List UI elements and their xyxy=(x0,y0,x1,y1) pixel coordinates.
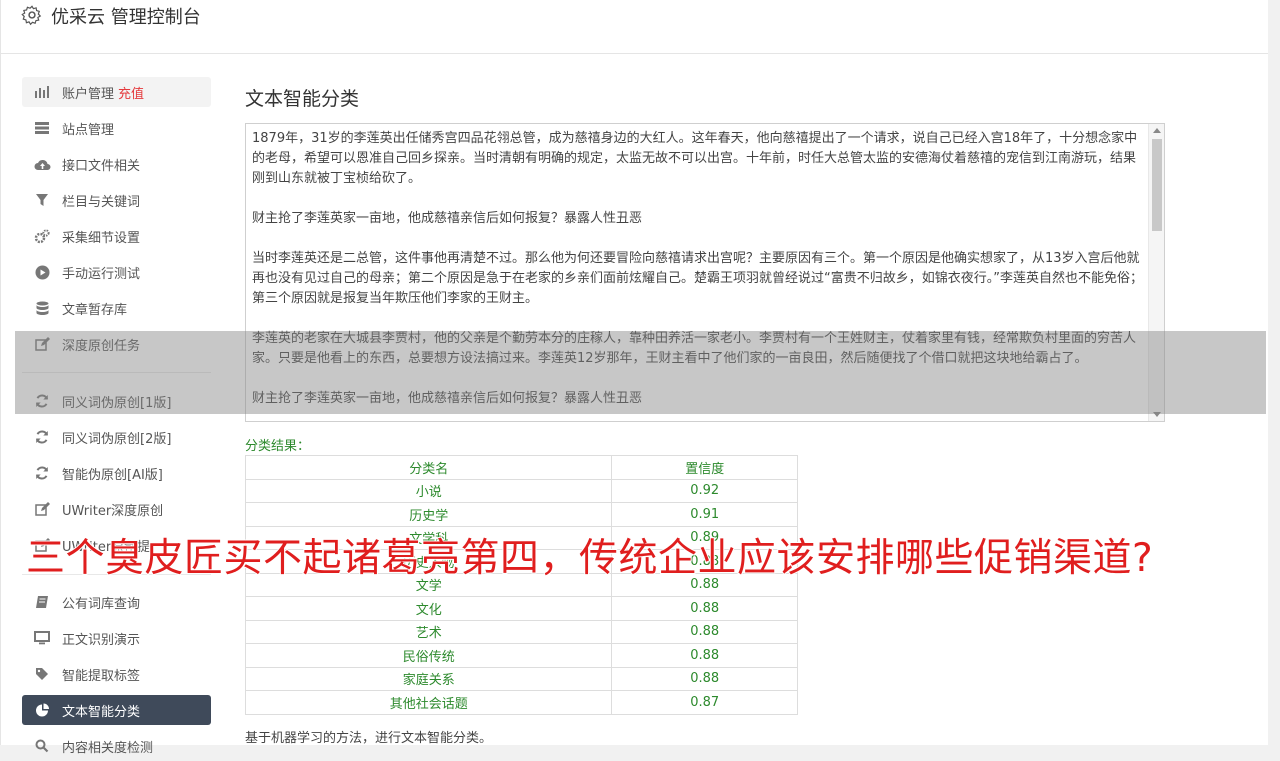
column-header: 置信度 xyxy=(611,455,798,480)
sidebar-item-collect-settings[interactable]: 采集细节设置 xyxy=(22,221,211,251)
table-row: 历史学 0.91 xyxy=(244,502,798,527)
page-scrollbar[interactable] xyxy=(1268,0,1280,745)
overlay-caption: 三个臭皮匠买不起诸葛亮第四，传统企业应该安排哪些促销渠道? xyxy=(25,535,1154,582)
confidence-cell: 0.92 xyxy=(611,478,798,503)
sidebar-item-label: 智能伪原创[AI版] xyxy=(62,467,163,483)
bar-chart-icon xyxy=(33,83,51,101)
table-row: 小说 0.92 xyxy=(244,478,798,503)
table-row: 民俗传统 0.88 xyxy=(244,643,798,668)
category-cell: 小说 xyxy=(244,478,613,503)
sidebar-item-relevance-check[interactable]: 内容相关度检测 xyxy=(22,731,211,761)
confidence-cell: 0.87 xyxy=(611,690,798,715)
sidebar-item-label: 手动运行测试 xyxy=(62,266,141,282)
sidebar-item-label: UWriter深度原创 xyxy=(62,503,164,519)
filter-icon xyxy=(33,191,51,209)
category-cell: 其他社会话题 xyxy=(244,690,613,715)
paragraph: 当时李莲英还是二总管，这件事他再清楚不过。那么他为何还要冒险向慈禧请求出宫呢？主… xyxy=(252,251,1143,306)
paragraph: 1879年，31岁的李莲英出任储秀宫四品花翎总管，成为慈禧身边的大红人。这年春天… xyxy=(252,131,1138,186)
sidebar-item-label: 栏目与关键词 xyxy=(62,194,141,210)
refresh-icon xyxy=(33,428,51,446)
sidebar-item-label: 接口文件相关 xyxy=(62,158,141,174)
sidebar-item-interface-files[interactable]: 接口文件相关 xyxy=(22,149,211,179)
column-header: 分类名 xyxy=(244,455,613,480)
table-row: 文化 0.88 xyxy=(244,596,798,621)
gear-icon[interactable] xyxy=(21,4,43,26)
confidence-cell: 0.88 xyxy=(611,666,798,691)
sidebar-item-sites[interactable]: 站点管理 xyxy=(22,113,211,143)
cloud-upload-icon xyxy=(33,155,51,173)
sidebar-item-label: 站点管理 xyxy=(62,122,115,138)
sidebar-item-text-classification[interactable]: 文本智能分类 xyxy=(22,695,211,725)
sidebar-item-label: 文本智能分类 xyxy=(62,704,141,720)
sidebar-item-label: 文章暂存库 xyxy=(62,302,128,318)
scroll-up-icon[interactable] xyxy=(1153,128,1161,133)
sidebar-item-label: 正文识别演示 xyxy=(62,632,141,648)
table-row: 家庭关系 0.88 xyxy=(244,666,798,691)
category-cell: 历史学 xyxy=(244,502,613,527)
play-circle-icon xyxy=(33,263,51,281)
refresh-icon xyxy=(33,464,51,482)
table-header-row: 分类名 置信度 xyxy=(244,455,798,480)
book-icon xyxy=(33,593,51,611)
confidence-cell: 0.88 xyxy=(611,619,798,644)
app-title: 优采云 管理控制台 xyxy=(51,7,201,28)
confidence-cell: 0.88 xyxy=(611,596,798,621)
confidence-cell: 0.91 xyxy=(611,502,798,527)
scroll-thumb[interactable] xyxy=(1152,139,1162,231)
sidebar-item-synonym-v2[interactable]: 同义词伪原创[2版] xyxy=(22,422,211,452)
classification-results-table: 分类名 置信度 小说 0.92 历史学 0.91 文学科 0.89 历史人物 0.88 … xyxy=(244,455,798,715)
paragraph: 财主抢了李莲英家一亩地，他成慈禧亲信后如何报复？暴露人性丑恶 xyxy=(252,211,643,226)
sidebar-item-tag-extraction[interactable]: 智能提取标签 xyxy=(22,659,211,689)
category-cell: 家庭关系 xyxy=(244,666,613,691)
sidebar-item-label: 智能提取标签 xyxy=(62,668,141,684)
sidebar-item-text-recognition[interactable]: 正文识别演示 xyxy=(22,623,211,653)
top-header: 优采云 管理控制台 xyxy=(0,0,1268,54)
sidebar-item-label: 公有词库查询 xyxy=(62,596,141,612)
category-cell: 民俗传统 xyxy=(244,643,613,668)
search-icon xyxy=(33,737,51,755)
pie-chart-icon xyxy=(33,701,51,719)
sidebar-item-label: 同义词伪原创[2版] xyxy=(62,431,172,447)
category-cell: 艺术 xyxy=(244,619,613,644)
sidebar-item-public-lexicon[interactable]: 公有词库查询 xyxy=(22,587,211,617)
sidebar-item-label: 采集细节设置 xyxy=(62,230,141,246)
category-cell: 文化 xyxy=(244,596,613,621)
sidebar-item-account[interactable]: 账户管理 充值 xyxy=(22,77,211,107)
edit-icon xyxy=(33,500,51,518)
recharge-link[interactable]: 充值 xyxy=(118,83,144,102)
sidebar-item-manual-run[interactable]: 手动运行测试 xyxy=(22,257,211,287)
monitor-icon xyxy=(33,629,51,647)
method-footnote: 基于机器学习的方法，进行文本智能分类。 xyxy=(245,731,493,746)
result-label: 分类结果： xyxy=(245,439,311,454)
sidebar-item-label: 内容相关度检测 xyxy=(62,740,154,756)
gears-icon xyxy=(33,227,51,245)
sidebar-item-columns-keywords[interactable]: 栏目与关键词 xyxy=(22,185,211,215)
sidebar-item-article-store[interactable]: 文章暂存库 xyxy=(22,293,211,323)
table-row: 其他社会话题 0.87 xyxy=(244,690,798,715)
overlay-band xyxy=(15,331,1266,414)
sidebar-item-label: 账户管理 xyxy=(62,86,115,102)
tag-icon xyxy=(33,665,51,683)
page-title: 文本智能分类 xyxy=(245,88,360,110)
table-row: 艺术 0.88 xyxy=(244,619,798,644)
confidence-cell: 0.88 xyxy=(611,643,798,668)
server-icon xyxy=(33,119,51,137)
database-icon xyxy=(33,299,51,317)
sidebar-item-ai-pseudo-original[interactable]: 智能伪原创[AI版] xyxy=(22,458,211,488)
sidebar-item-uwriter-deep[interactable]: UWriter深度原创 xyxy=(22,494,211,524)
